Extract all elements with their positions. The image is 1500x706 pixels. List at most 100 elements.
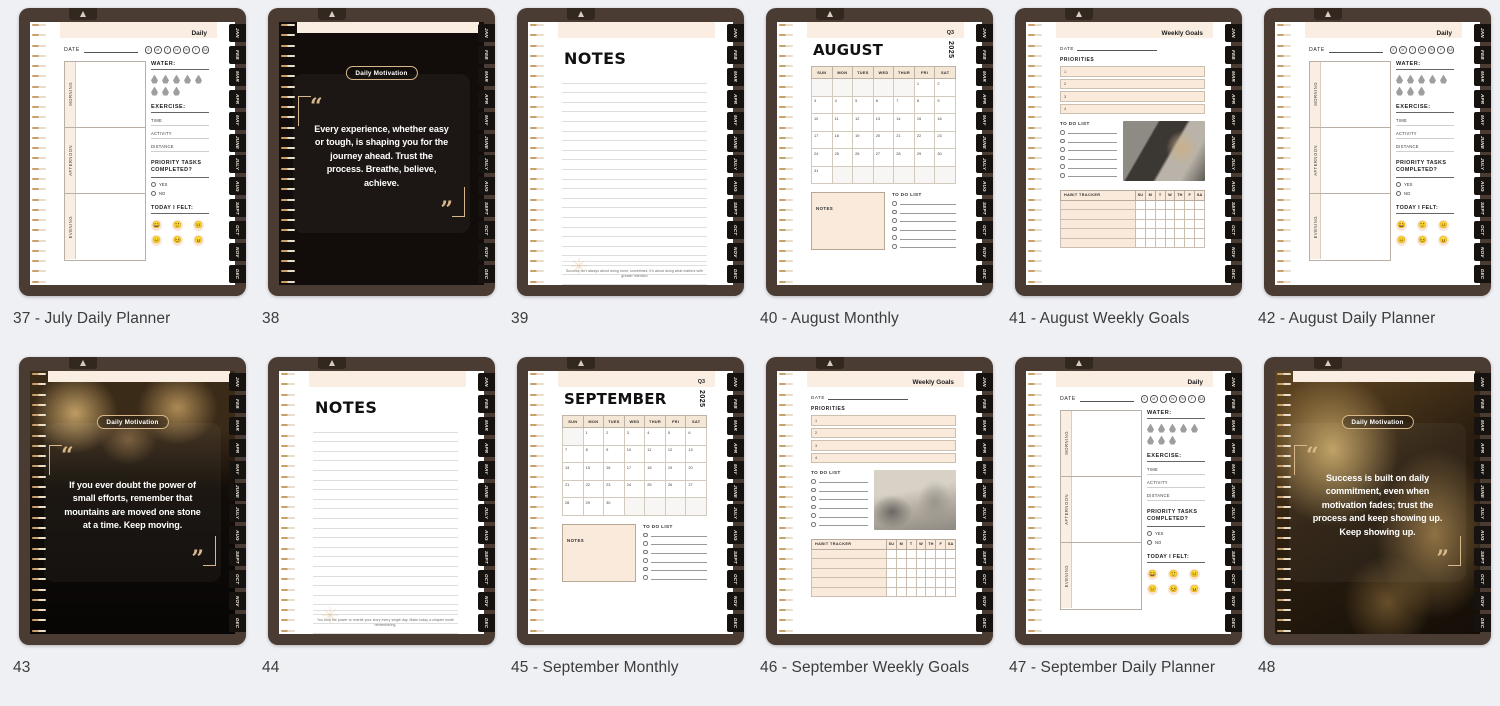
calendar-day-cell[interactable]: 16 [934, 113, 956, 132]
day-dot-m[interactable]: M [1150, 395, 1158, 403]
habit-check-cell[interactable] [935, 577, 947, 588]
mood-face-4[interactable]: 😣 [1417, 235, 1428, 247]
month-tab-june[interactable]: JUNE [727, 133, 744, 152]
month-tab-july[interactable]: JULY [727, 504, 744, 523]
calendar-day-cell[interactable]: 14 [893, 113, 915, 132]
habit-check-cell[interactable] [1174, 237, 1186, 249]
month-tab-nov[interactable]: NOV [478, 243, 495, 262]
calendar-day-cell[interactable]: 19 [852, 130, 874, 149]
priority-row[interactable]: 3 [1060, 91, 1205, 102]
thumbnail-11[interactable]: Daily Motivation “” Success is built on da… [1264, 357, 1491, 645]
notes-line[interactable] [313, 529, 458, 539]
habit-check-cell[interactable] [1144, 199, 1156, 211]
habit-check-cell[interactable] [1194, 218, 1205, 230]
mood-face-4[interactable]: 😣 [1168, 584, 1179, 596]
checkbox-circle-icon[interactable] [1060, 172, 1065, 178]
water-drop-icon[interactable] [1147, 423, 1154, 433]
checkbox-circle-icon[interactable] [643, 558, 648, 563]
day-dot-w[interactable]: W [1169, 395, 1177, 403]
habit-check-cell[interactable] [1164, 218, 1176, 230]
day-dot-s[interactable]: S [144, 46, 152, 54]
priority-option-no[interactable]: NO [1396, 191, 1454, 197]
checklist-item[interactable] [892, 226, 956, 232]
date-input-line[interactable] [83, 47, 138, 53]
exercise-field-time[interactable]: TIME [1396, 118, 1454, 126]
habit-check-cell[interactable] [945, 558, 956, 569]
thumbnail-3[interactable]: Q3 AUGUST 2025 SUN MON TUES WED THUR FRI SAT 1 2 3 4 5… [766, 8, 993, 296]
notes-line[interactable] [562, 151, 707, 161]
month-tab-feb[interactable]: FEB [727, 394, 744, 413]
water-drop-icon[interactable] [1169, 423, 1176, 433]
radio-icon[interactable] [1396, 182, 1401, 188]
home-tab-icon[interactable] [69, 8, 97, 20]
notes-line[interactable] [313, 461, 458, 471]
month-tab-jan[interactable]: JAN [478, 24, 495, 42]
month-tab-aug[interactable]: AUG [478, 526, 495, 545]
thumbnail-8[interactable]: Q3 SEPTEMBER 2025 SUN MON TUES WED THUR FRI SAT 1 2… [517, 357, 744, 645]
month-tab-apr[interactable]: APR [976, 89, 993, 108]
habit-check-cell[interactable] [1144, 228, 1156, 239]
mood-face-5[interactable]: 😠 [1438, 235, 1449, 247]
habit-check-cell[interactable] [885, 567, 897, 579]
month-tab-nov[interactable]: NOV [976, 592, 993, 611]
month-tab-aug[interactable]: AUG [1474, 177, 1491, 196]
month-tab-aug[interactable]: AUG [727, 526, 744, 545]
water-drop-icon[interactable] [1418, 74, 1425, 84]
month-tab-mar[interactable]: MAR [1225, 416, 1242, 435]
calendar-day-cell[interactable]: 7 [562, 444, 584, 463]
month-tab-apr[interactable]: APR [478, 438, 495, 457]
day-dot-sa[interactable]: SA [1197, 395, 1205, 403]
habit-check-cell[interactable] [1134, 228, 1146, 239]
checklist-item[interactable] [1060, 164, 1117, 169]
habit-check-cell[interactable] [1184, 228, 1196, 239]
day-dot-m[interactable]: M [1399, 46, 1407, 54]
day-dot-th[interactable]: TH [182, 46, 190, 54]
exercise-field-distance[interactable]: DISTANCE [151, 144, 209, 152]
notes-line[interactable] [313, 567, 458, 577]
checkbox-circle-icon[interactable] [811, 504, 816, 510]
checkbox-circle-icon[interactable] [1060, 155, 1065, 161]
month-tab-july[interactable]: JULY [1225, 504, 1242, 523]
notes-line[interactable] [562, 189, 707, 199]
month-tab-july[interactable]: JULY [229, 155, 246, 174]
habit-name-cell[interactable] [811, 567, 887, 579]
month-tab-june[interactable]: JUNE [1474, 133, 1491, 152]
checklist-item[interactable] [811, 479, 868, 484]
month-tab-apr[interactable]: APR [1474, 438, 1491, 457]
notes-line[interactable] [313, 452, 458, 462]
habit-check-cell[interactable] [1194, 228, 1205, 239]
month-tab-sept[interactable]: SEPT [478, 548, 495, 567]
month-notes-box[interactable]: NOTES [811, 192, 885, 250]
notes-line[interactable] [313, 577, 458, 587]
day-dot-sa[interactable]: SA [201, 46, 209, 54]
month-tab-mar[interactable]: MAR [727, 416, 744, 435]
thumbnail-10[interactable]: Daily DATE S M T W TH F SA MORNING AFTERNOON EVENIN… [1015, 357, 1242, 645]
month-tab-dec[interactable]: DEC [976, 264, 993, 283]
notes-line[interactable] [313, 423, 458, 433]
month-tab-dec[interactable]: DEC [727, 613, 744, 632]
month-tab-june[interactable]: JUNE [478, 482, 495, 501]
month-tab-may[interactable]: MAY [976, 460, 993, 479]
month-tab-dec[interactable]: DEC [1225, 613, 1242, 632]
checklist-item[interactable] [1060, 147, 1117, 152]
month-tab-oct[interactable]: OCT [976, 570, 993, 589]
month-tab-june[interactable]: JUNE [229, 482, 246, 501]
month-tab-feb[interactable]: FEB [1225, 394, 1242, 413]
month-tab-may[interactable]: MAY [478, 460, 495, 479]
month-tab-feb[interactable]: FEB [229, 394, 246, 413]
checkbox-circle-icon[interactable] [811, 479, 816, 484]
home-tab-icon[interactable] [567, 357, 595, 369]
priority-row[interactable]: 2 [811, 427, 956, 438]
notes-line[interactable] [562, 160, 707, 170]
month-tab-nov[interactable]: NOV [976, 243, 993, 262]
habit-check-cell[interactable] [905, 567, 917, 579]
notes-line[interactable] [313, 509, 458, 519]
habit-name-cell[interactable] [1060, 237, 1136, 249]
habit-check-cell[interactable] [935, 548, 947, 560]
month-tab-aug[interactable]: AUG [727, 177, 744, 196]
month-tab-oct[interactable]: OCT [727, 570, 744, 589]
priority-option-no[interactable]: NO [1147, 540, 1205, 546]
checkbox-circle-icon[interactable] [643, 532, 648, 538]
calendar-day-cell[interactable]: 24 [623, 479, 646, 498]
checkbox-circle-icon[interactable] [892, 235, 897, 240]
